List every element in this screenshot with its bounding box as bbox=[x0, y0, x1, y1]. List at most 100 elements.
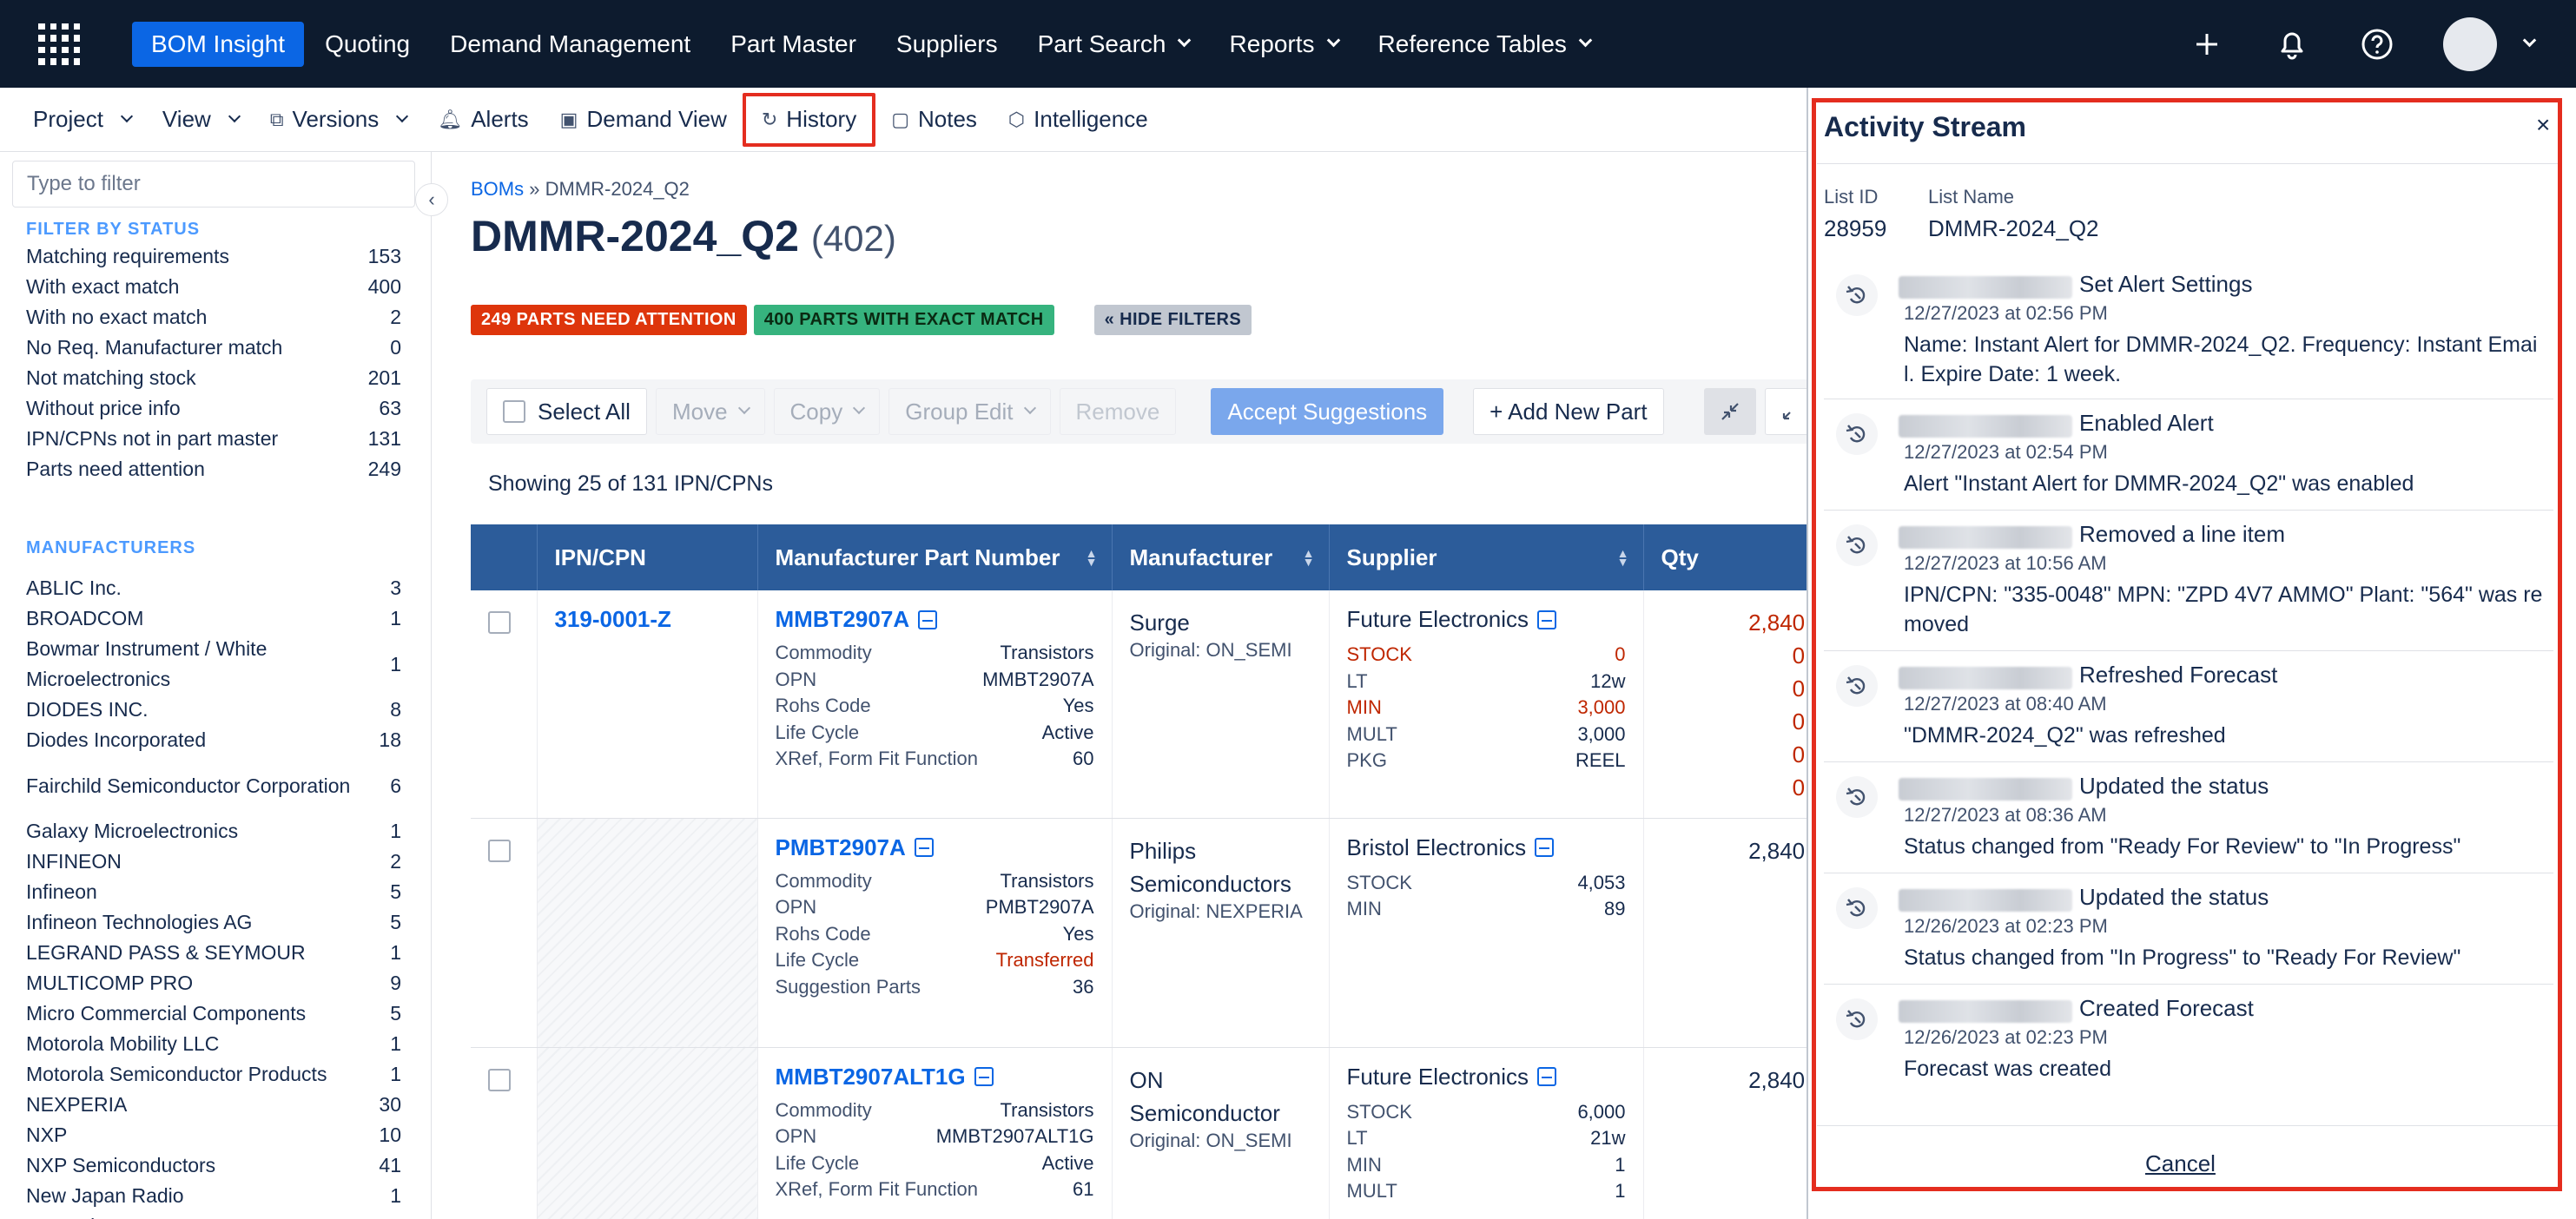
supplier-attribute-value: 1 bbox=[1615, 1153, 1626, 1176]
manufacturer-filter-item[interactable]: Galaxy Microelectronics 1 bbox=[26, 816, 401, 847]
nav-suppliers[interactable]: Suppliers bbox=[877, 22, 1017, 67]
hide-filters-button[interactable]: « HIDE FILTERS bbox=[1093, 305, 1252, 335]
filter-count: 1 bbox=[390, 941, 401, 964]
manufacturer-filter-item[interactable]: Bowmar Instrument / White Microelectroni… bbox=[26, 634, 401, 695]
manufacturer-filter-item[interactable]: LEGRAND PASS & SEYMOUR 1 bbox=[26, 938, 401, 968]
column-header-mpn[interactable]: Manufacturer Part Number ▲ ▼ bbox=[757, 524, 1113, 590]
filter-label: INFINEON bbox=[26, 850, 122, 873]
close-icon[interactable]: × bbox=[2536, 111, 2550, 139]
manufacturer-filter-item[interactable]: Motorola Semiconductor Products 1 bbox=[26, 1059, 401, 1090]
alerts-button[interactable]: 🔔︎ Alerts bbox=[422, 93, 544, 147]
demand-view-button[interactable]: ▣ Demand View bbox=[545, 93, 743, 147]
nav-part-search[interactable]: Part Search bbox=[1019, 22, 1209, 67]
user-menu[interactable] bbox=[2443, 16, 2537, 71]
group-edit-button[interactable]: Group Edit bbox=[888, 388, 1051, 435]
copy-button[interactable]: Copy bbox=[773, 388, 881, 435]
manufacturer-filter-item[interactable]: Fairchild Semiconductor Corporation 6 bbox=[26, 755, 401, 816]
cancel-button[interactable]: Cancel bbox=[2145, 1150, 2216, 1177]
collapse-rows-icon[interactable] bbox=[1703, 388, 1756, 435]
status-filter-item[interactable]: No Req. Manufacturer match 0 bbox=[26, 333, 401, 363]
sort-icon[interactable]: ▲ ▼ bbox=[1086, 547, 1098, 568]
ipn-link[interactable]: 319-0001-Z bbox=[555, 606, 671, 632]
status-filter-item[interactable]: With no exact match 2 bbox=[26, 302, 401, 333]
manufacturer-filter-item[interactable]: Nexperia 71 bbox=[26, 1211, 401, 1219]
supplier-attribute-label: MIN bbox=[1346, 898, 1382, 920]
status-filter-item[interactable]: Parts need attention 249 bbox=[26, 454, 401, 484]
status-filter-item[interactable]: With exact match 400 bbox=[26, 272, 401, 302]
breadcrumb-boms-link[interactable]: BOMs bbox=[471, 178, 524, 200]
manufacturer-filter-item[interactable]: Infineon 5 bbox=[26, 877, 401, 907]
supplier-attribute-value: 0 bbox=[1615, 643, 1626, 666]
manufacturer-filter-item[interactable]: Diodes Incorporated 18 bbox=[26, 725, 401, 755]
plus-icon[interactable] bbox=[2188, 25, 2226, 63]
row-checkbox[interactable] bbox=[488, 1068, 511, 1091]
manufacturer-filter-item[interactable]: New Japan Radio 1 bbox=[26, 1181, 401, 1211]
bell-icon[interactable] bbox=[2273, 25, 2311, 63]
column-header-manufacturer[interactable]: Manufacturer ▲ ▼ bbox=[1112, 524, 1330, 590]
part-cube-icon[interactable] bbox=[918, 610, 938, 629]
mpn-link[interactable]: MMBT2907ALT1G bbox=[776, 1064, 1094, 1091]
select-all-checkbox[interactable]: Select All bbox=[486, 388, 647, 435]
manufacturer-filter-item[interactable]: NXP Semiconductors 41 bbox=[26, 1150, 401, 1181]
filter-label: Galaxy Microelectronics bbox=[26, 820, 239, 842]
manufacturer-filter-item[interactable]: Micro Commercial Components 5 bbox=[26, 998, 401, 1029]
notes-button[interactable]: ▢ Notes bbox=[875, 93, 993, 147]
manufacturer-filter-item[interactable]: DIODES INC. 8 bbox=[26, 695, 401, 725]
part-cube-icon[interactable] bbox=[974, 1067, 994, 1086]
supplier-attribute-row: STOCK 4,053 bbox=[1347, 870, 1626, 897]
app-launcher-icon[interactable] bbox=[33, 18, 85, 70]
nav-bom-insight[interactable]: BOM Insight bbox=[132, 21, 305, 67]
parts-need-attention-badge[interactable]: 249 PARTS NEED ATTENTION bbox=[471, 305, 747, 335]
row-checkbox[interactable] bbox=[488, 839, 511, 862]
manufacturer-filter-item[interactable]: INFINEON 2 bbox=[26, 847, 401, 877]
attribute-row: Rohs Code Yes bbox=[776, 921, 1094, 948]
mpn-link[interactable]: MMBT2907A bbox=[776, 606, 1094, 633]
manufacturer-filter-item[interactable]: NEXPERIA 30 bbox=[26, 1090, 401, 1120]
supplier-name[interactable]: Future Electronics bbox=[1347, 1064, 1626, 1091]
column-header-supplier[interactable]: Supplier ▲ ▼ bbox=[1329, 524, 1644, 590]
nav-reference-tables[interactable]: Reference Tables bbox=[1359, 22, 1609, 67]
supplier-cube-icon[interactable] bbox=[1537, 1067, 1557, 1086]
add-new-part-button[interactable]: + Add New Part bbox=[1473, 388, 1664, 435]
sort-icon[interactable]: ▲ ▼ bbox=[1303, 547, 1315, 568]
manufacturer-filter-item[interactable]: Motorola Mobility LLC 1 bbox=[26, 1029, 401, 1059]
history-button[interactable]: ↻ History bbox=[742, 92, 876, 147]
activity-item: Updated the status 12/26/2023 at 02:23 PM… bbox=[1824, 875, 2553, 985]
sort-icon[interactable]: ▲ ▼ bbox=[1617, 547, 1629, 568]
view-menu[interactable]: View bbox=[147, 93, 254, 147]
status-filter-item[interactable]: Without price info 63 bbox=[26, 393, 401, 424]
supplier-cube-icon[interactable] bbox=[1535, 838, 1555, 857]
manufacturer-filter-item[interactable]: NXP 10 bbox=[26, 1120, 401, 1150]
accept-suggestions-button[interactable]: Accept Suggestions bbox=[1211, 388, 1444, 435]
project-menu[interactable]: Project bbox=[17, 93, 147, 147]
supplier-name[interactable]: Future Electronics bbox=[1347, 606, 1626, 633]
part-cube-icon[interactable] bbox=[914, 838, 934, 857]
nav-reports[interactable]: Reports bbox=[1210, 22, 1357, 67]
filter-input[interactable]: Type to filter bbox=[12, 161, 415, 208]
manufacturer-filter-item[interactable]: MULTICOMP PRO 9 bbox=[26, 968, 401, 998]
expand-rows-icon[interactable] bbox=[1764, 388, 1807, 435]
manufacturer-filter-item[interactable]: BROADCOM 1 bbox=[26, 603, 401, 634]
exact-match-badge[interactable]: 400 PARTS WITH EXACT MATCH bbox=[753, 305, 1054, 335]
column-header-ipn[interactable]: IPN/CPN bbox=[537, 524, 758, 590]
nav-quoting[interactable]: Quoting bbox=[306, 22, 429, 67]
status-filter-item[interactable]: IPN/CPNs not in part master 131 bbox=[26, 424, 401, 454]
intelligence-button[interactable]: ⬡ Intelligence bbox=[993, 93, 1164, 147]
mpn-link[interactable]: PMBT2907A bbox=[776, 834, 1094, 861]
supplier-cube-icon[interactable] bbox=[1537, 610, 1557, 629]
manufacturer-filter-item[interactable]: ABLIC Inc. 3 bbox=[26, 573, 401, 603]
versions-menu[interactable]: ⧉ Versions bbox=[254, 93, 422, 147]
row-checkbox[interactable] bbox=[488, 611, 511, 634]
status-filter-item[interactable]: Matching requirements 153 bbox=[26, 241, 401, 272]
nav-demand-management[interactable]: Demand Management bbox=[431, 22, 710, 67]
status-filter-item[interactable]: Not matching stock 201 bbox=[26, 363, 401, 393]
move-button[interactable]: Move bbox=[655, 388, 765, 435]
supplier-name[interactable]: Bristol Electronics bbox=[1347, 834, 1626, 861]
collapse-sidebar-button[interactable]: ‹ bbox=[415, 183, 448, 216]
column-header-qty[interactable]: Qty bbox=[1643, 524, 1807, 590]
remove-button[interactable]: Remove bbox=[1059, 388, 1177, 435]
help-icon[interactable] bbox=[2358, 25, 2396, 63]
manufacturer-filter-item[interactable]: Infineon Technologies AG 5 bbox=[26, 907, 401, 938]
nav-part-master[interactable]: Part Master bbox=[711, 22, 875, 67]
notes-icon: ▢ bbox=[891, 108, 909, 130]
